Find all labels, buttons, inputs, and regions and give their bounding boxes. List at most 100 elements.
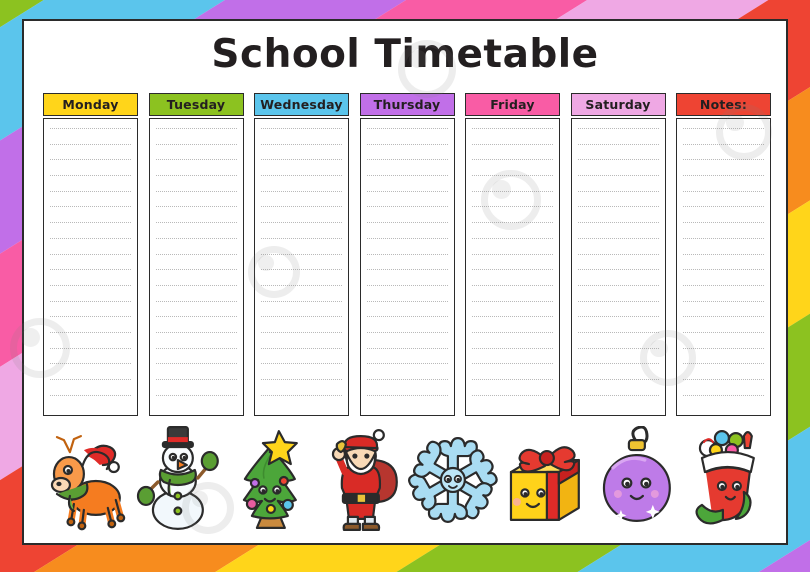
dotted-rule-line [155, 363, 237, 365]
dotted-rule-line [261, 300, 342, 302]
dotted-rule-line [683, 316, 764, 318]
dotted-rule-line [577, 143, 659, 145]
dotted-rule-line [577, 269, 659, 271]
dotted-rule-line [366, 331, 448, 333]
dotted-rule-line [683, 143, 764, 145]
dotted-rule-line [261, 331, 342, 333]
column-writing-area[interactable] [254, 118, 349, 416]
dotted-rule-line [155, 269, 237, 271]
timetable-card: School Timetable Monday Tuesday Wednesday T… [22, 19, 788, 545]
dotted-rule-line [50, 175, 131, 177]
dotted-rule-line [366, 190, 448, 192]
column-header: Wednesday [254, 93, 349, 116]
dotted-rule-line [683, 175, 764, 177]
dotted-rule-line [683, 284, 764, 286]
dotted-rule-line [50, 206, 131, 208]
dotted-rule-line [50, 379, 131, 380]
column-header: Monday [43, 93, 138, 116]
dotted-rule-line [366, 206, 448, 208]
dotted-rule-line [472, 269, 553, 271]
dotted-rule-line [155, 222, 237, 224]
timetable-column-wednesday: Wednesday [254, 93, 349, 416]
dotted-rule-line [366, 300, 448, 302]
dotted-rule-line [472, 331, 553, 333]
dotted-rule-line [366, 269, 448, 271]
dotted-rule-line [577, 331, 659, 333]
dotted-rule-line [261, 363, 342, 365]
dotted-rule-line [472, 175, 553, 177]
timetable-column-friday: Friday [465, 93, 560, 416]
dotted-rule-line [261, 316, 342, 318]
dotted-rule-line [261, 159, 342, 161]
dotted-rule-line [472, 379, 553, 380]
dotted-rule-line [683, 190, 764, 192]
column-writing-area[interactable] [148, 118, 244, 416]
dotted-rule-line [683, 363, 764, 365]
dotted-rule-line [577, 363, 659, 365]
dotted-rule-line [155, 331, 237, 333]
dotted-rule-line [155, 300, 237, 302]
christmas-tree-icon [224, 426, 316, 531]
dotted-rule-line [366, 237, 448, 239]
dotted-rule-line [366, 363, 448, 365]
christmas-stocking-icon [682, 426, 774, 531]
dotted-rule-line [50, 190, 131, 192]
column-writing-area[interactable] [43, 118, 138, 416]
column-writing-area[interactable] [570, 118, 666, 416]
dotted-rule-line [261, 222, 342, 224]
dotted-rule-line [261, 394, 342, 396]
dotted-rule-line [366, 159, 448, 161]
column-header: Thursday [359, 93, 455, 116]
dotted-rule-line [366, 253, 448, 255]
dotted-rule-line [577, 300, 659, 302]
timetable-column-thursday: Thursday [359, 93, 455, 416]
timetable-page: School Timetable Monday Tuesday Wednesday T… [0, 0, 810, 572]
dotted-rule-line [155, 284, 237, 286]
dotted-rule-line [577, 128, 659, 129]
dotted-rule-line [50, 316, 131, 318]
timetable-column-notes: Notes: [676, 93, 771, 416]
dotted-rule-line [577, 175, 659, 177]
dotted-rule-line [683, 347, 764, 349]
dotted-rule-line [472, 159, 553, 161]
dotted-rule-line [155, 175, 237, 177]
dotted-rule-line [366, 128, 448, 129]
dotted-rule-line [577, 284, 659, 286]
timetable-column-monday: Monday [43, 93, 138, 416]
dotted-rule-line [577, 394, 659, 396]
dotted-rule-line [472, 316, 553, 318]
dotted-rule-line [577, 190, 659, 192]
column-header: Notes: [676, 93, 771, 116]
dotted-rule-line [261, 269, 342, 271]
dotted-rule-line [50, 253, 131, 255]
dotted-rule-line [155, 206, 237, 208]
dotted-rule-line [155, 159, 237, 161]
dotted-rule-line [472, 394, 553, 396]
dotted-rule-line [155, 143, 237, 145]
dotted-rule-line [683, 379, 764, 380]
page-title: School Timetable [211, 32, 599, 77]
snowflake-icon [407, 426, 499, 531]
column-header: Tuesday [148, 93, 244, 116]
dotted-rule-line [683, 206, 764, 208]
dotted-rule-line [366, 379, 448, 380]
reindeer-icon [40, 426, 132, 531]
snowman-icon [132, 426, 224, 531]
dotted-rule-line [683, 394, 764, 396]
dotted-rule-line [261, 190, 342, 192]
dotted-rule-line [472, 237, 553, 239]
dotted-rule-line [577, 347, 659, 349]
dotted-rule-line [577, 253, 659, 255]
timetable-column-tuesday: Tuesday [148, 93, 244, 416]
dotted-rule-line [472, 347, 553, 349]
column-writing-area[interactable] [676, 118, 771, 416]
column-writing-area[interactable] [465, 118, 560, 416]
dotted-rule-line [366, 284, 448, 286]
dotted-rule-line [577, 379, 659, 380]
dotted-rule-line [50, 237, 131, 239]
column-header: Friday [465, 93, 560, 116]
dotted-rule-line [472, 222, 553, 224]
column-writing-area[interactable] [359, 118, 455, 416]
dotted-rule-line [261, 253, 342, 255]
gift-box-icon [499, 426, 591, 531]
